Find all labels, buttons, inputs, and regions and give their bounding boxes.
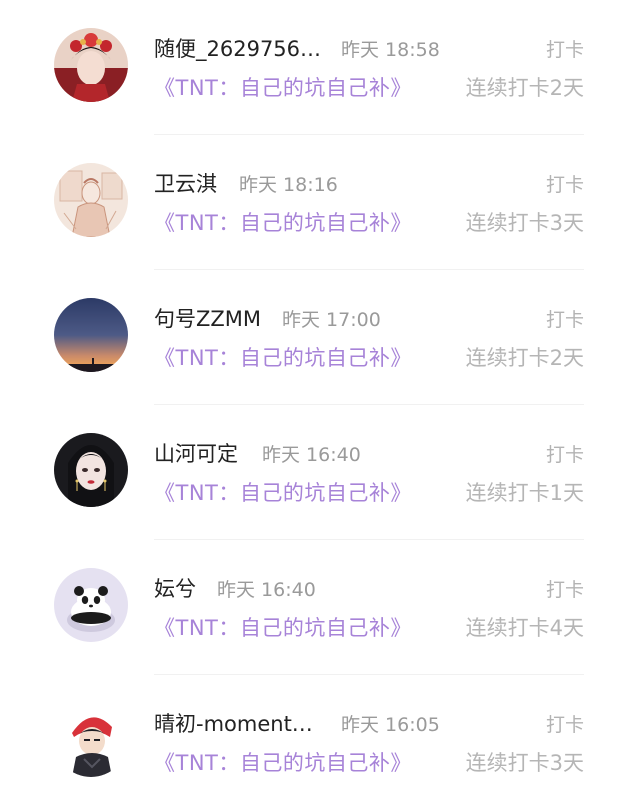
username[interactable]: 晴初-moment…	[154, 708, 313, 738]
user-avatar-icon	[54, 433, 128, 507]
avatar[interactable]	[54, 568, 128, 642]
checkin-feed-list: 随便_2629756… 昨天 18:58 打卡 《TNT：自己的坑自己补》 连续…	[0, 0, 640, 789]
list-item[interactable]: 妘兮 昨天 16:40 打卡 《TNT：自己的坑自己补》 连续打卡4天	[0, 540, 640, 675]
streak-count: 连续打卡3天	[465, 211, 584, 235]
timestamp: 昨天 16:40	[217, 579, 316, 601]
streak-count: 连续打卡1天	[465, 481, 584, 505]
book-title-link[interactable]: 《TNT：自己的坑自己补》	[154, 207, 412, 237]
checkin-tag: 打卡	[545, 579, 584, 601]
user-avatar-icon	[54, 703, 128, 777]
checkin-tag: 打卡	[545, 309, 584, 331]
avatar[interactable]	[54, 28, 128, 102]
avatar[interactable]	[54, 703, 128, 777]
user-avatar-icon	[54, 28, 128, 102]
timestamp: 昨天 18:16	[239, 174, 338, 196]
list-item[interactable]: 随便_2629756… 昨天 18:58 打卡 《TNT：自己的坑自己补》 连续…	[0, 0, 640, 135]
list-item[interactable]: 山河可定 昨天 16:40 打卡 《TNT：自己的坑自己补》 连续打卡1天	[0, 405, 640, 540]
checkin-tag: 打卡	[545, 714, 584, 736]
book-title-link[interactable]: 《TNT：自己的坑自己补》	[154, 72, 412, 102]
username[interactable]: 山河可定	[154, 438, 238, 468]
checkin-tag: 打卡	[545, 174, 584, 196]
list-item[interactable]: 句号ZZMM 昨天 17:00 打卡 《TNT：自己的坑自己补》 连续打卡2天	[0, 270, 640, 405]
book-title-link[interactable]: 《TNT：自己的坑自己补》	[154, 477, 412, 507]
book-title-link[interactable]: 《TNT：自己的坑自己补》	[154, 612, 412, 642]
checkin-tag: 打卡	[545, 444, 584, 466]
timestamp: 昨天 16:05	[341, 714, 440, 736]
avatar[interactable]	[54, 163, 128, 237]
list-item[interactable]: 卫云淇 昨天 18:16 打卡 《TNT：自己的坑自己补》 连续打卡3天	[0, 135, 640, 270]
username[interactable]: 卫云淇	[154, 168, 217, 198]
list-item[interactable]: 晴初-moment… 昨天 16:05 打卡 《TNT：自己的坑自己补》 连续打…	[0, 675, 640, 789]
checkin-tag: 打卡	[545, 39, 584, 61]
timestamp: 昨天 16:40	[262, 444, 361, 466]
avatar[interactable]	[54, 433, 128, 507]
streak-count: 连续打卡3天	[465, 751, 584, 775]
streak-count: 连续打卡4天	[465, 616, 584, 640]
timestamp: 昨天 17:00	[282, 309, 381, 331]
avatar[interactable]	[54, 298, 128, 372]
username[interactable]: 句号ZZMM	[154, 303, 261, 333]
user-avatar-icon	[54, 298, 128, 372]
username[interactable]: 随便_2629756…	[154, 33, 321, 63]
user-avatar-icon	[54, 568, 128, 642]
username[interactable]: 妘兮	[154, 573, 196, 603]
streak-count: 连续打卡2天	[465, 346, 584, 370]
user-avatar-icon	[54, 163, 128, 237]
book-title-link[interactable]: 《TNT：自己的坑自己补》	[154, 747, 412, 777]
book-title-link[interactable]: 《TNT：自己的坑自己补》	[154, 342, 412, 372]
streak-count: 连续打卡2天	[465, 76, 584, 100]
timestamp: 昨天 18:58	[341, 39, 440, 61]
